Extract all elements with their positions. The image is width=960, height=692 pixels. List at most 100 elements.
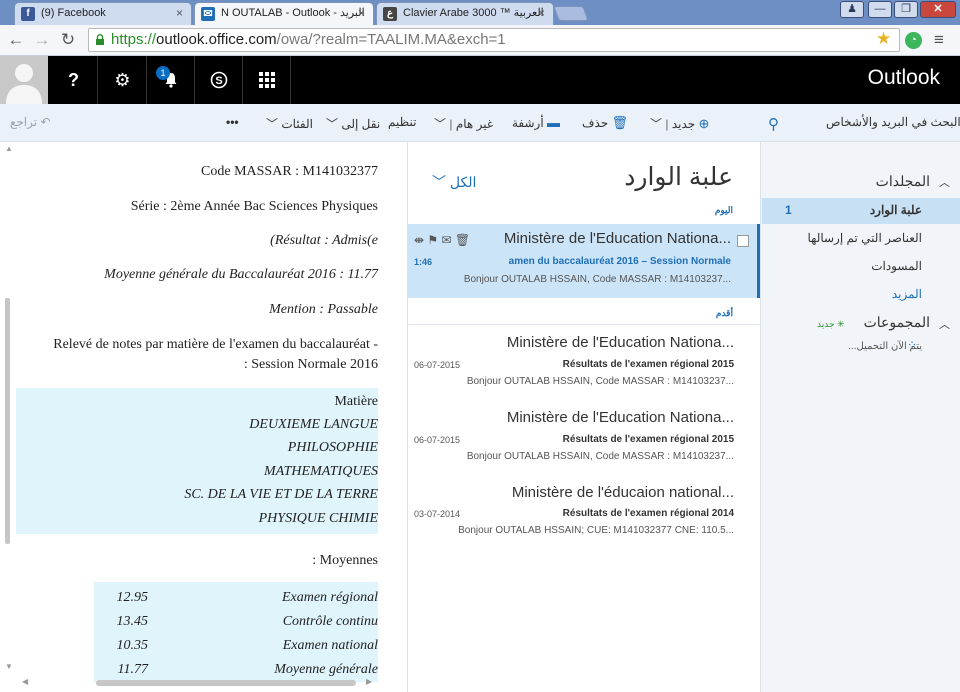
- browser-tabstrip: f (9) Facebook × ✉ N OUTALAB - Outlook -…: [0, 0, 960, 26]
- subjects-header: Matière: [334, 394, 378, 409]
- folder-sent[interactable]: العناصر التي تم إرسالها: [808, 231, 923, 245]
- select-checkbox[interactable]: [737, 235, 749, 247]
- subject-row: MATHEMATIQUES: [263, 464, 378, 479]
- restore-button[interactable]: ❐: [894, 1, 918, 18]
- moyenne-label: Moyenne générale: [274, 662, 378, 677]
- tab-outlook[interactable]: ✉ N OUTALAB - Outlook - البريد ×: [194, 2, 374, 26]
- minimize-button[interactable]: —: [868, 1, 892, 18]
- undo-label: تراجع: [10, 115, 38, 129]
- folders-heading[interactable]: المجلدات: [876, 173, 930, 190]
- close-icon[interactable]: ×: [358, 3, 365, 24]
- code-massar: Code MASSAR : M141032377: [201, 164, 378, 179]
- undo-button[interactable]: ↶ تراجع: [10, 115, 51, 129]
- reading-pane: ▲ Code MASSAR : M141032377 Série : 2ème …: [0, 142, 406, 692]
- tab-clavier-arabe[interactable]: ع Clavier Arabe 3000 ™ العربية ×: [376, 2, 554, 25]
- more-commands-button[interactable]: •••: [226, 115, 239, 129]
- folder-pane: ︿ المجلدات علبة الوارد 1 العناصر التي تم…: [760, 142, 960, 692]
- notifications-button[interactable]: [147, 56, 195, 104]
- flag-icon[interactable]: ⚑: [427, 233, 438, 247]
- address-bar[interactable]: https://outlook.office.com/owa/?realm=TA…: [88, 28, 900, 52]
- delete-button[interactable]: 🗑 حذف: [582, 115, 628, 131]
- message-subject: Résultats de l'examen régional 2015: [562, 359, 734, 370]
- bookmark-star-icon[interactable]: ★: [876, 29, 891, 49]
- search-button[interactable]: ⚲: [768, 115, 779, 133]
- scroll-up-arrow-icon[interactable]: ▲: [5, 144, 13, 153]
- message-item[interactable]: Ministère de l'Education Nationa... ⇼ ⚑ …: [408, 224, 760, 298]
- tab-label: Clavier Arabe 3000 ™ العربية: [403, 7, 544, 19]
- filter-label: الكل: [449, 174, 477, 190]
- folder-inbox[interactable]: علبة الوارد: [870, 203, 922, 217]
- releve-line-1: Relevé de notes par matière de l'examen …: [53, 337, 378, 352]
- browser-menu-icon[interactable]: ≡: [934, 30, 944, 50]
- categories-label: الفئات: [281, 117, 313, 131]
- categories-button[interactable]: الفئات ﹀: [266, 115, 313, 132]
- chevron-down-icon: ﹀: [650, 117, 663, 131]
- settings-button[interactable]: ⚙: [99, 56, 147, 104]
- search-icon: ⚲: [768, 116, 779, 133]
- message-sender: Ministère de l'Education Nationa...: [506, 334, 734, 351]
- help-button[interactable]: ?: [50, 56, 98, 104]
- groups-new-button[interactable]: ✳ جديد: [817, 319, 845, 330]
- sweep-button[interactable]: تنظيم: [388, 115, 416, 129]
- scroll-down-arrow-icon[interactable]: ▼: [5, 662, 13, 671]
- message-date: 03-07-2014: [414, 509, 461, 519]
- skype-icon: S: [210, 71, 227, 89]
- undo-icon: ↶: [40, 115, 51, 129]
- user-silhouette-icon: [6, 64, 42, 104]
- new-label: جديد: [671, 117, 696, 131]
- message-subject: amen du baccalauréat 2016 – Session Norm…: [508, 256, 731, 267]
- divider: [408, 324, 760, 325]
- moyennes-label: : Moyennes: [312, 553, 378, 568]
- message-date: 06-07-2015: [414, 360, 461, 370]
- close-icon[interactable]: ×: [538, 3, 545, 24]
- mark-read-icon[interactable]: ✉: [442, 233, 452, 247]
- scroll-left-arrow-icon[interactable]: ◀: [22, 677, 28, 686]
- message-sender: Ministère de l'Education Nationa...: [503, 230, 731, 247]
- user-profile-button[interactable]: ♟: [840, 1, 864, 18]
- outlook-header: ? ⚙ S Outlook: [0, 56, 960, 104]
- url-path: /owa/?realm=TAALIM.MA&exch=1: [276, 31, 506, 48]
- reload-icon[interactable]: ↻: [58, 30, 78, 50]
- message-item[interactable]: Ministère de l'Education Nationa... Résu…: [408, 328, 760, 400]
- trash-icon[interactable]: 🗑: [455, 233, 470, 247]
- chevron-up-icon[interactable]: ︿: [939, 174, 950, 190]
- message-preview: Bonjour OUTALAB HSSAIN; CUE: M141032377 …: [458, 525, 734, 536]
- separator: |: [449, 117, 453, 131]
- move-to-button[interactable]: نقل إلى ﹀: [326, 115, 380, 132]
- app-launcher-button[interactable]: [243, 56, 291, 104]
- groups-heading[interactable]: المجموعات: [864, 314, 930, 331]
- spinner-icon: ⁘: [907, 338, 918, 352]
- junk-button[interactable]: غير هام | ﹀: [434, 115, 493, 132]
- chevron-down-icon: ﹀: [434, 117, 447, 131]
- moyenne-label: Examen régional: [281, 590, 378, 605]
- filter-dropdown[interactable]: ﹀ الكل: [432, 172, 476, 192]
- scroll-right-arrow-icon[interactable]: ▶: [366, 677, 372, 686]
- avatar[interactable]: [0, 56, 48, 104]
- message-quick-actions: ⇼ ⚑ ✉ 🗑: [414, 233, 470, 247]
- forward-icon[interactable]: →: [32, 30, 52, 50]
- subject-row: DEUXIEME LANGUE: [249, 417, 378, 432]
- arabic-keyboard-icon: ع: [383, 7, 397, 21]
- tab-facebook[interactable]: f (9) Facebook ×: [14, 2, 192, 25]
- folder-drafts[interactable]: المسودات: [871, 259, 922, 273]
- pin-icon[interactable]: ⇼: [414, 233, 424, 247]
- horizontal-scrollbar[interactable]: [96, 680, 356, 686]
- search-input[interactable]: البحث في البريد والأشخاص: [826, 115, 960, 129]
- chevron-up-icon[interactable]: ︿: [939, 316, 950, 332]
- extension-icon[interactable]: ◔: [905, 32, 922, 49]
- command-bar: ↶ تراجع ••• الفئات ﹀ نقل إلى ﹀ تنظيم غير…: [0, 104, 960, 142]
- message-item[interactable]: Ministère de l'éducaion national... Résu…: [408, 478, 760, 550]
- new-tab-button[interactable]: [553, 6, 589, 21]
- window-close-button[interactable]: ✕: [920, 1, 956, 18]
- close-icon[interactable]: ×: [176, 3, 183, 24]
- folder-more[interactable]: المزيد: [892, 287, 922, 301]
- chevron-down-icon: ﹀: [266, 117, 279, 131]
- vertical-scrollbar[interactable]: [5, 298, 10, 544]
- subject-row: PHILOSOPHIE: [287, 440, 378, 455]
- skype-button[interactable]: S: [195, 56, 243, 104]
- new-button[interactable]: ⊕ جديد | ﹀: [650, 115, 709, 132]
- moyenne-value: 11.77: [117, 662, 148, 677]
- back-icon[interactable]: ←: [6, 30, 26, 50]
- message-item[interactable]: Ministère de l'Education Nationa... Résu…: [408, 403, 760, 475]
- archive-button[interactable]: ▬ أرشفة: [512, 115, 560, 130]
